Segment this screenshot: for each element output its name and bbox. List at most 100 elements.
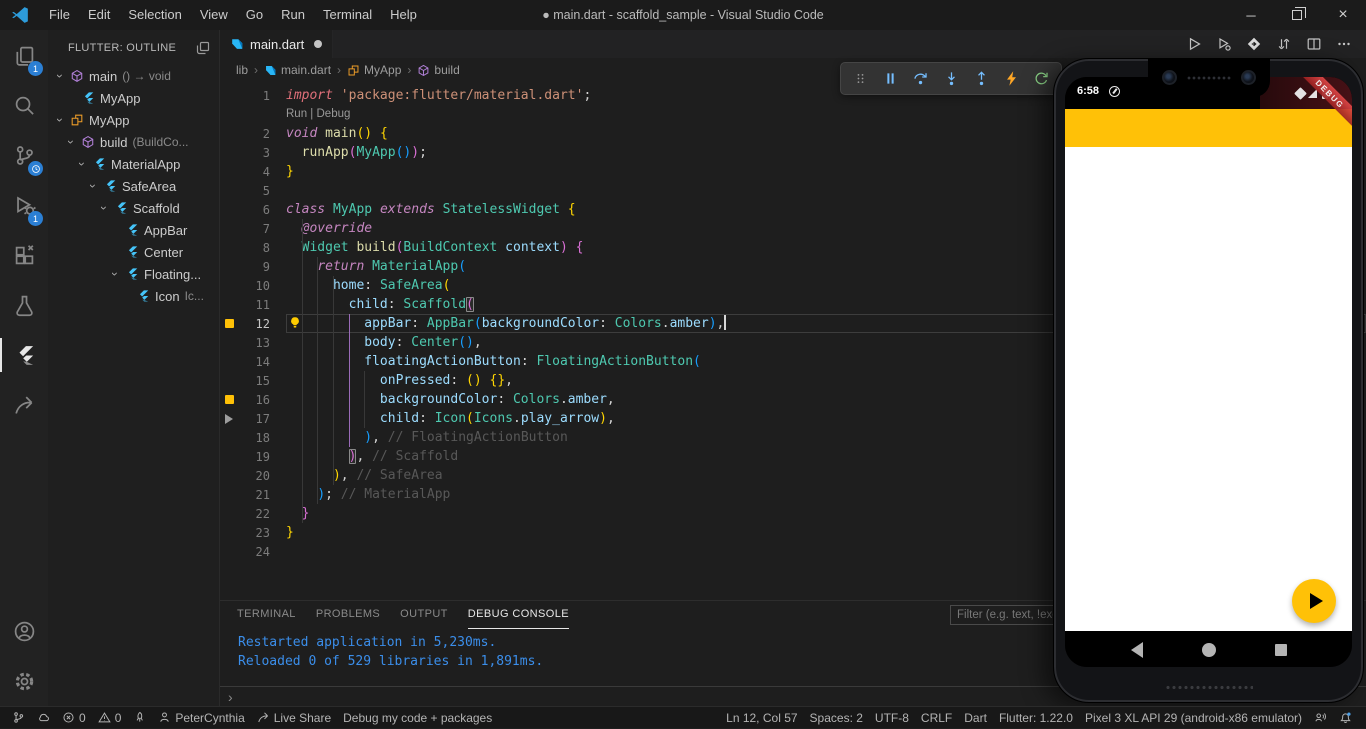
activity-explorer[interactable]: 1 (0, 30, 48, 80)
run-button[interactable] (1186, 36, 1202, 52)
flutter-icon (79, 91, 97, 105)
menu-selection[interactable]: Selection (119, 0, 190, 30)
outline-item-build[interactable]: › build (BuildCo... (48, 131, 219, 153)
hot-reload-button[interactable] (1001, 68, 1023, 90)
drag-handle-button[interactable] (849, 68, 871, 90)
code-lens-run[interactable]: Run (286, 108, 307, 120)
status-bell-dot[interactable] (1333, 707, 1358, 729)
breadcrumb-build[interactable]: build (417, 63, 459, 77)
status-debug-my-code-packages[interactable]: Debug my code + packages (337, 707, 498, 729)
recents-button[interactable] (1275, 644, 1287, 656)
chevron-down-icon[interactable]: › (107, 267, 123, 281)
debug-run-button[interactable] (1216, 36, 1232, 52)
line-number: 20 (242, 469, 270, 483)
chevron-down-icon[interactable]: › (52, 69, 68, 83)
status-ln-12-col-57[interactable]: Ln 12, Col 57 (720, 707, 803, 729)
menu-view[interactable]: View (191, 0, 237, 30)
status-flutter-1-22-0[interactable]: Flutter: 1.22.0 (993, 707, 1079, 729)
minimize-button[interactable]: ─ (1228, 0, 1274, 30)
breadcrumb-lib[interactable]: lib (236, 63, 248, 77)
outline-item-floating[interactable]: ›Floating... (48, 263, 219, 285)
chevron-down-icon[interactable]: › (85, 179, 101, 193)
status-0[interactable]: 0 (92, 707, 128, 729)
menu-help[interactable]: Help (381, 0, 426, 30)
step-out-button[interactable] (970, 68, 992, 90)
panel-tab-debug-console[interactable]: DEBUG CONSOLE (468, 601, 569, 629)
status-pixel-3-xl-api-29-android-x86-emulator[interactable]: Pixel 3 XL API 29 (android-x86 emulator) (1079, 707, 1308, 729)
restart-button[interactable] (1031, 68, 1053, 90)
flutter-icon (101, 179, 119, 193)
activity-source-control[interactable] (0, 130, 48, 180)
launch-icon (133, 711, 146, 724)
chevron-down-icon[interactable]: › (96, 201, 112, 215)
devtools-button[interactable] (1246, 36, 1262, 52)
menu-edit[interactable]: Edit (79, 0, 119, 30)
close-button[interactable]: × (1320, 0, 1366, 30)
outline-layout-icon[interactable] (195, 40, 211, 56)
status-git-branch[interactable] (6, 707, 31, 729)
panel-tab-terminal[interactable]: TERMINAL (237, 601, 296, 629)
activity-settings[interactable] (0, 656, 48, 706)
outline-label: build (100, 135, 127, 150)
menu-go[interactable]: Go (237, 0, 272, 30)
panel-tab-problems[interactable]: PROBLEMS (316, 601, 380, 629)
step-over-button[interactable] (910, 68, 932, 90)
activity-live-share[interactable] (0, 380, 48, 430)
status-live-share[interactable]: Live Share (251, 707, 337, 729)
outline-item-safearea[interactable]: ›SafeArea (48, 175, 219, 197)
floating-action-button[interactable] (1292, 579, 1336, 623)
status-dart[interactable]: Dart (958, 707, 993, 729)
code-lens-debug[interactable]: Debug (317, 108, 351, 120)
back-button[interactable] (1131, 642, 1143, 658)
outline-item-icon[interactable]: IconIc... (48, 285, 219, 307)
outline-item-myapp[interactable]: MyApp (48, 87, 219, 109)
outline-item-materialapp[interactable]: ›MaterialApp (48, 153, 219, 175)
activity-search[interactable] (0, 80, 48, 130)
menu-run[interactable]: Run (272, 0, 314, 30)
tab-main-dart[interactable]: main.dart (220, 30, 333, 58)
lightbulb-icon[interactable] (288, 316, 302, 330)
status-launch[interactable] (127, 707, 152, 729)
phone-notch (1148, 59, 1270, 97)
swap-button[interactable] (1276, 36, 1292, 52)
outline-detail: (BuildCo... (132, 135, 188, 149)
activity-accounts[interactable] (0, 606, 48, 656)
pause-button[interactable] (880, 68, 902, 90)
data-saver-icon (1109, 86, 1120, 97)
outline-item-main[interactable]: ›main() → void (48, 65, 219, 87)
activity-extensions[interactable] (0, 230, 48, 280)
status-spaces-2[interactable]: Spaces: 2 (804, 707, 869, 729)
title-bar: FileEditSelectionViewGoRunTerminalHelp ●… (0, 0, 1366, 30)
menu-file[interactable]: File (40, 0, 79, 30)
outline-item-center[interactable]: Center (48, 241, 219, 263)
status-cloud[interactable] (31, 707, 56, 729)
split-editor-button[interactable] (1306, 36, 1322, 52)
home-button[interactable] (1202, 643, 1216, 657)
activity-testing[interactable] (0, 280, 48, 330)
status-crlf[interactable]: CRLF (915, 707, 958, 729)
status-0[interactable]: 0 (56, 707, 92, 729)
breadcrumb-myapp[interactable]: MyApp (347, 63, 401, 77)
outline-item-scaffold[interactable]: ›Scaffold (48, 197, 219, 219)
more-button[interactable] (1336, 36, 1352, 52)
chevron-down-icon[interactable]: › (74, 157, 90, 171)
outline-item-myapp[interactable]: ›MyApp (48, 109, 219, 131)
status-petercynthia[interactable]: PeterCynthia (152, 707, 250, 729)
camera-icon (1162, 70, 1177, 85)
breadcrumb-maindart[interactable]: main.dart (264, 63, 331, 77)
panel-tab-output[interactable]: OUTPUT (400, 601, 448, 629)
chevron-down-icon[interactable]: › (63, 135, 79, 149)
activity-run-debug[interactable]: 1 (0, 180, 48, 230)
accounts-icon (13, 620, 36, 643)
status-utf-8[interactable]: UTF-8 (869, 707, 915, 729)
status-feedback[interactable] (1308, 707, 1333, 729)
outline-detail: Ic... (185, 289, 204, 303)
activity-flutter[interactable] (0, 330, 48, 380)
menu-terminal[interactable]: Terminal (314, 0, 381, 30)
step-into-button[interactable] (940, 68, 962, 90)
line-number: 23 (242, 526, 270, 540)
outline-item-appbar[interactable]: AppBar (48, 219, 219, 241)
status-bar: 00 PeterCynthiaLive ShareDebug my code + … (0, 706, 1366, 728)
restore-button[interactable] (1274, 0, 1320, 30)
chevron-down-icon[interactable]: › (52, 113, 68, 127)
